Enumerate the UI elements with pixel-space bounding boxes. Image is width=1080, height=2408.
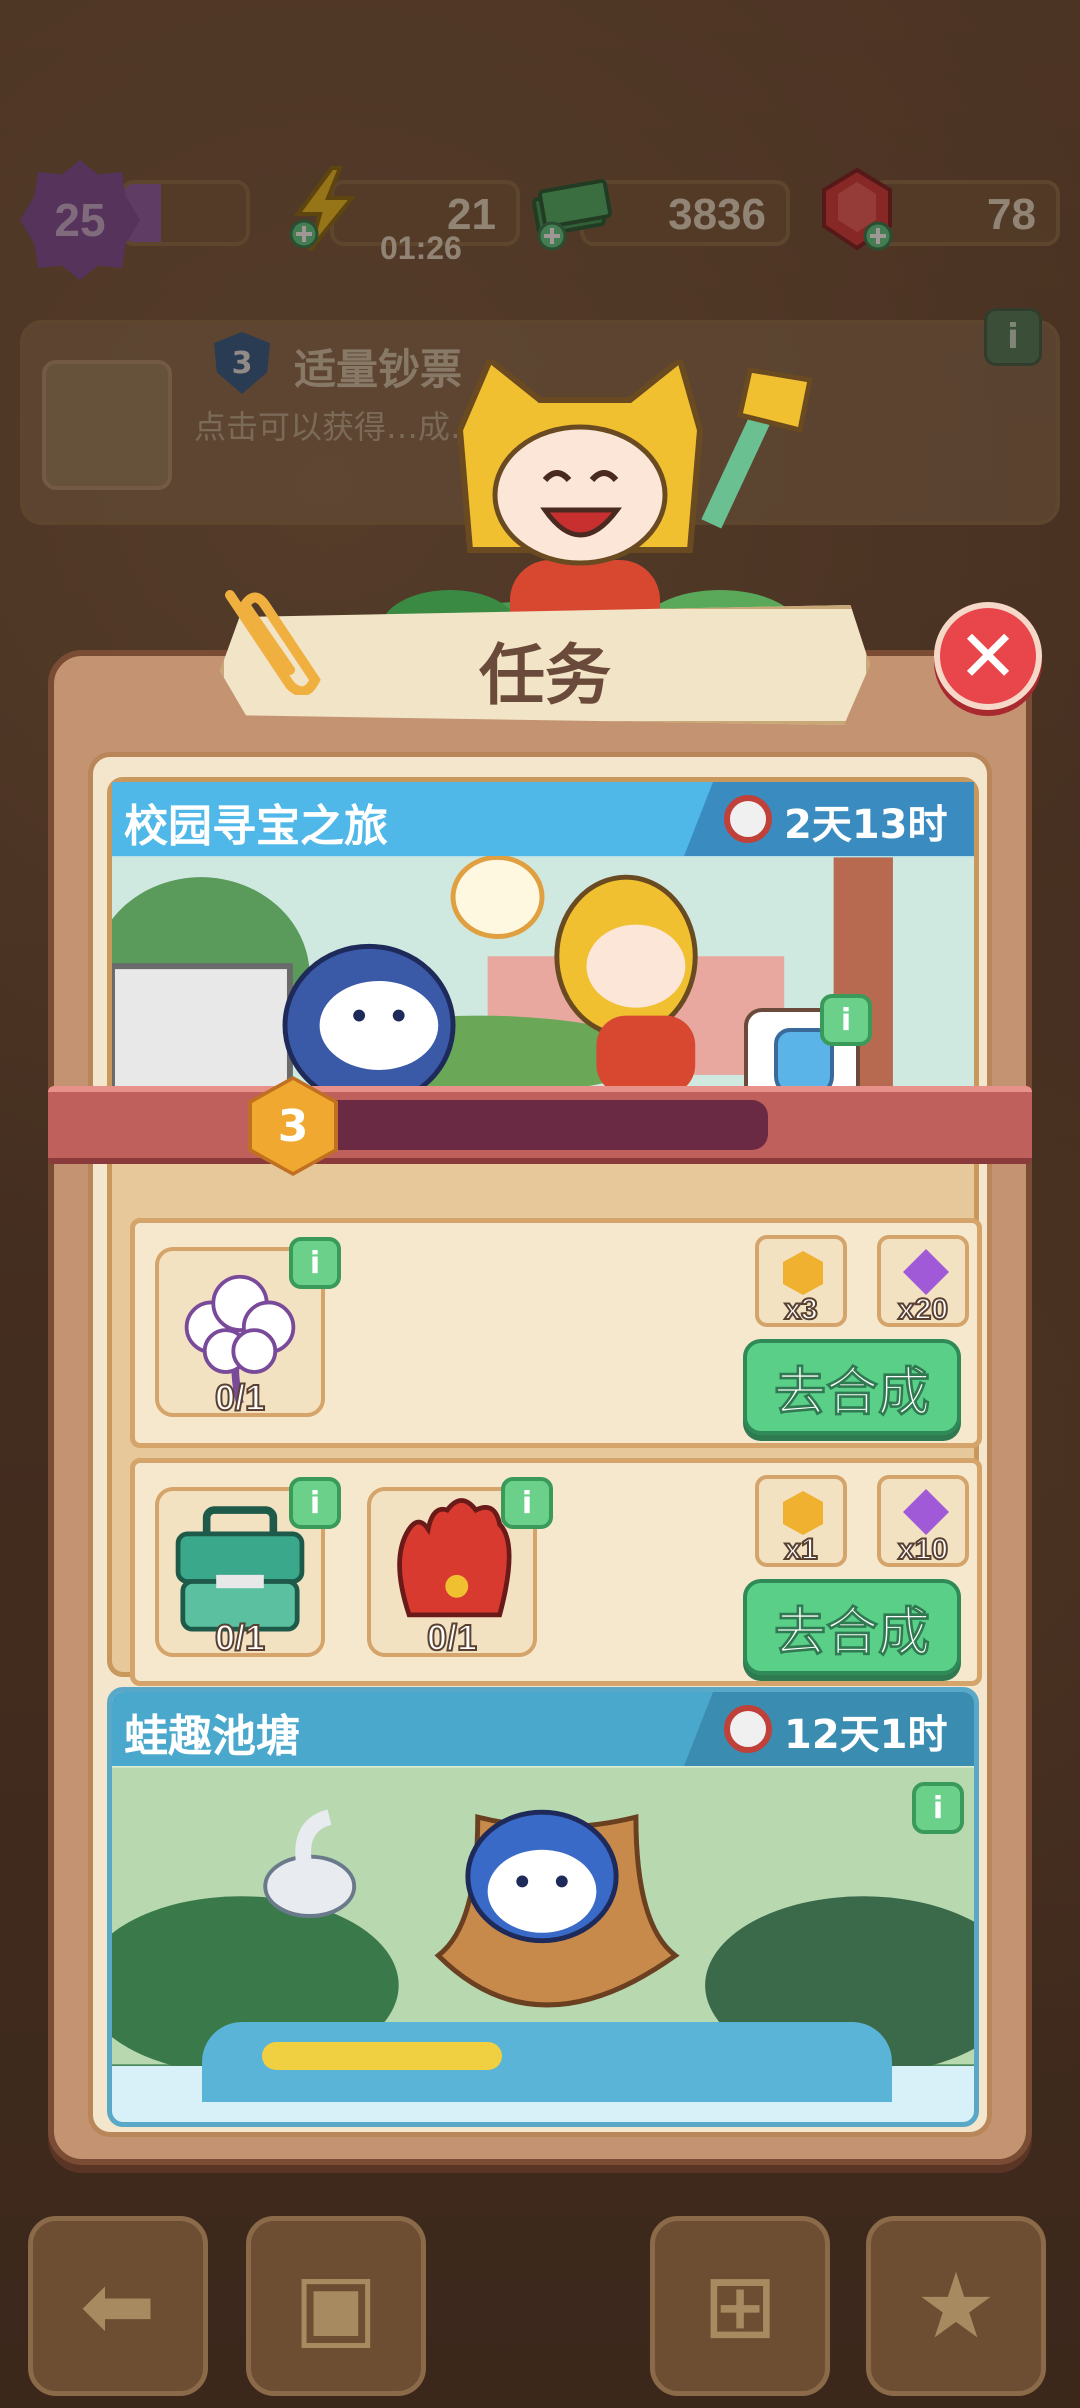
backpack-button[interactable]: ▣ xyxy=(246,2216,426,2396)
reward-coin: x3 xyxy=(755,1235,847,1327)
event-card-pond: 蛙趣池塘 12天1时 i xyxy=(107,1687,979,2127)
reward-gem-count: x20 xyxy=(897,1292,949,1327)
reward-gem-count: x10 xyxy=(897,1532,949,1567)
task-item-count: 0/1 xyxy=(214,1376,266,1419)
reward-coin: x1 xyxy=(755,1475,847,1567)
event-artwork xyxy=(112,1766,974,2066)
task-item-count: 0/1 xyxy=(214,1616,266,1659)
info-icon[interactable]: i xyxy=(289,1477,341,1529)
event-name: 校园寻宝之旅 xyxy=(124,801,388,852)
task-panel: 校园寻宝之旅 2天13时 i 0/1 i x3 x20 去合成 0/1 i 0/… xyxy=(48,650,1032,2165)
paperclip-icon xyxy=(225,590,321,695)
event-time-left: 2天13时 xyxy=(784,802,948,848)
event-progress-ribbon: 3 xyxy=(48,1076,1032,1176)
info-icon[interactable]: i xyxy=(820,994,872,1046)
clock-icon xyxy=(724,1705,772,1753)
task-card-button[interactable]: ★ xyxy=(866,2216,1046,2396)
event-timer: 2天13时 xyxy=(684,782,974,856)
task-item[interactable]: 0/1 i xyxy=(367,1477,553,1659)
task-row: 0/1 i x3 x20 去合成 xyxy=(130,1218,982,1448)
clock-icon xyxy=(724,795,772,843)
close-button[interactable]: ✕ xyxy=(934,602,1042,710)
basket-button[interactable]: ⊞ xyxy=(650,2216,830,2396)
task-card-icon: ★ xyxy=(915,2253,997,2359)
event-header: 蛙趣池塘 12天1时 xyxy=(112,1692,974,1766)
progress-track xyxy=(278,1100,768,1150)
coin-icon xyxy=(783,1251,823,1295)
basket-icon: ⊞ xyxy=(702,2253,778,2359)
event-progress-bar xyxy=(202,2022,892,2102)
reward-gem: x10 xyxy=(877,1475,969,1567)
go-merge-button[interactable]: 去合成 xyxy=(743,1579,961,1675)
event-timer: 12天1时 xyxy=(684,1692,974,1766)
bottom-nav: ⬅ ▣ ⊞ ★ xyxy=(0,2210,1080,2408)
task-item[interactable]: 0/1 i xyxy=(155,1477,341,1659)
task-item-count: 0/1 xyxy=(426,1616,478,1659)
info-icon[interactable]: i xyxy=(501,1477,553,1529)
reward-gem: x20 xyxy=(877,1235,969,1327)
task-list: 校园寻宝之旅 2天13时 i 0/1 i x3 x20 去合成 0/1 i 0/… xyxy=(88,752,992,2137)
info-icon[interactable]: i xyxy=(912,1782,964,1834)
back-button[interactable]: ⬅ xyxy=(28,2216,208,2396)
coin-icon xyxy=(783,1491,823,1535)
backpack-icon: ▣ xyxy=(293,2253,379,2359)
event-header: 校园寻宝之旅 2天13时 xyxy=(112,782,974,856)
reward-coin-count: x1 xyxy=(783,1532,818,1567)
event-name: 蛙趣池塘 xyxy=(124,1711,300,1762)
task-item[interactable]: 0/1 i xyxy=(155,1237,341,1419)
go-merge-button[interactable]: 去合成 xyxy=(743,1339,961,1435)
task-row: 0/1 i 0/1 i x1 x10 去合成 xyxy=(130,1458,982,1686)
close-icon: ✕ xyxy=(957,614,1019,698)
event-card-campus: 校园寻宝之旅 2天13时 i 0/1 i x3 x20 去合成 0/1 i 0/… xyxy=(107,777,982,1686)
info-icon[interactable]: i xyxy=(289,1237,341,1289)
gem-icon xyxy=(903,1249,949,1295)
gem-icon xyxy=(903,1489,949,1535)
back-icon: ⬅ xyxy=(80,2253,156,2359)
event-time-left: 12天1时 xyxy=(784,1712,948,1758)
reward-coin-count: x3 xyxy=(783,1292,818,1327)
